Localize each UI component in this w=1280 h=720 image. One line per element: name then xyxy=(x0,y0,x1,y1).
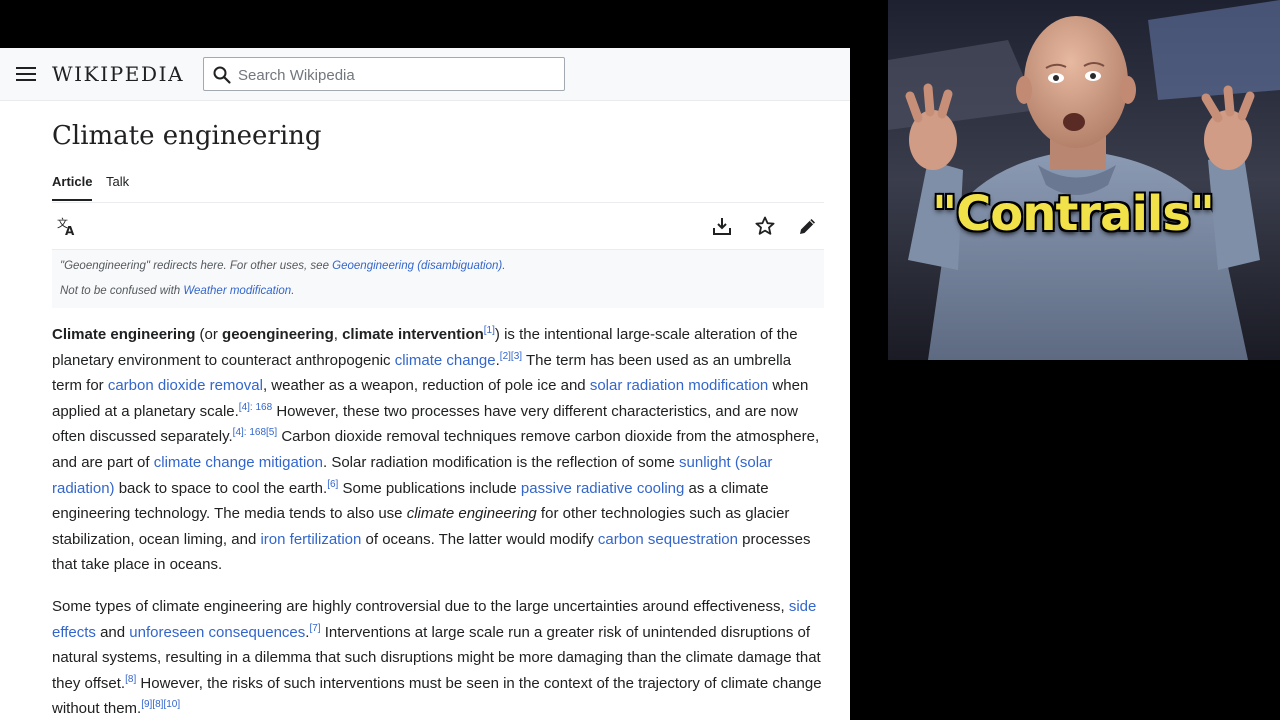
meme-figure-illustration xyxy=(888,0,1280,360)
page-tabs: Article Talk xyxy=(52,162,824,203)
citation-link[interactable]: [4]: 168[5] xyxy=(233,427,277,438)
edit-pencil-icon[interactable] xyxy=(798,216,818,236)
page-title: Climate engineering xyxy=(52,121,322,151)
article: Climate engineering Article Talk 文 A "Ge… xyxy=(52,100,824,720)
link-solar-radiation-modification[interactable]: solar radiation modification xyxy=(590,377,768,394)
paragraph-intro: Climate engineering (or geoengineering, … xyxy=(52,325,820,574)
link-iron-fertilization[interactable]: iron fertilization xyxy=(260,531,361,548)
link-unforeseen-consequences[interactable]: unforeseen consequences xyxy=(129,624,305,641)
search-icon xyxy=(213,66,231,84)
citation-link[interactable]: [4]: 168 xyxy=(239,402,272,413)
translate-icon[interactable]: 文 A xyxy=(57,216,77,236)
hatnotes: "Geoengineering" redirects here. For oth… xyxy=(52,250,824,308)
wikipedia-page: WIKIPEDIA Climate engineering Article Ta… xyxy=(0,48,850,720)
link-geoengineering-disambiguation[interactable]: Geoengineering (disambiguation) xyxy=(332,260,502,272)
paragraph-controversy: Some types of climate engineering are hi… xyxy=(52,597,822,718)
tab-article[interactable]: Article xyxy=(52,174,93,201)
link-passive-radiative-cooling[interactable]: passive radiative cooling xyxy=(521,480,684,497)
hatnote-confused: Not to be confused with Weather modifica… xyxy=(60,285,295,297)
meme-image: "Contrails" xyxy=(888,0,1280,360)
meme-caption: "Contrails" xyxy=(932,186,1215,242)
citation-link[interactable]: [6] xyxy=(327,479,338,490)
citation-link[interactable]: [2][3] xyxy=(500,351,522,362)
bold-term: climate intervention xyxy=(342,326,484,343)
search-input[interactable] xyxy=(236,58,560,92)
page-toolbar: 文 A xyxy=(52,203,824,250)
link-carbon-sequestration[interactable]: carbon sequestration xyxy=(598,531,738,548)
link-weather-modification[interactable]: Weather modification xyxy=(183,285,291,297)
citation-link[interactable]: [9][8][10] xyxy=(141,699,180,710)
link-climate-change-mitigation[interactable]: climate change mitigation xyxy=(154,454,323,471)
wiki-header: WIKIPEDIA xyxy=(0,48,850,101)
svg-text:A: A xyxy=(65,224,75,236)
tab-talk[interactable]: Talk xyxy=(106,174,129,189)
watch-star-icon[interactable] xyxy=(755,216,775,236)
link-climate-change[interactable]: climate change xyxy=(395,352,496,369)
hatnote-redirect: "Geoengineering" redirects here. For oth… xyxy=(60,260,506,272)
citation-link[interactable]: [7] xyxy=(309,623,320,634)
download-icon[interactable] xyxy=(712,216,732,236)
bold-term: geoengineering xyxy=(222,326,334,343)
bold-term: Climate engineering xyxy=(52,326,196,343)
citation-link[interactable]: [1] xyxy=(484,325,495,336)
link-carbon-dioxide-removal[interactable]: carbon dioxide removal xyxy=(108,377,263,394)
hamburger-icon[interactable] xyxy=(16,67,36,83)
wikipedia-wordmark[interactable]: WIKIPEDIA xyxy=(52,62,184,86)
citation-link[interactable]: [8] xyxy=(125,674,136,685)
search-box[interactable] xyxy=(203,57,565,92)
